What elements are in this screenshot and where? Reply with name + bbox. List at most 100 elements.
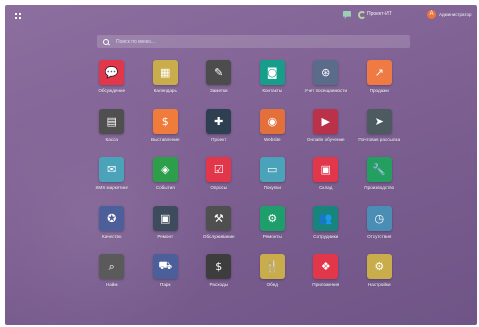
team-icon[interactable]: 👥 — [313, 205, 339, 231]
systray — [343, 11, 366, 19]
search-input[interactable] — [114, 37, 398, 46]
expenses-icon[interactable]: $ — [206, 254, 232, 279]
app-label: Опросы — [210, 185, 228, 190]
app-item[interactable]: ▣ Ремонт — [139, 205, 193, 255]
app-label: SMS маркетинг — [95, 185, 129, 190]
app-item[interactable]: ⊛ Учет посещаемости — [299, 60, 353, 109]
activity-icon[interactable] — [358, 11, 366, 19]
award-icon[interactable]: ✪ — [99, 205, 125, 231]
app-label: Выставление — [151, 136, 180, 142]
app-item[interactable]: ⌕ Найм — [85, 254, 139, 303]
app-item[interactable]: ▭ Покупки — [246, 157, 300, 206]
app-label: Ремонты — [262, 233, 282, 239]
app-label: Заметки — [209, 88, 228, 93]
elearning-icon[interactable]: ▶ — [313, 108, 339, 134]
app-frame: Проект-ИТ A Администратор 💬 Обсуждение ▦ Ка… — [5, 5, 477, 325]
app-item[interactable]: ▦ Календарь — [139, 60, 193, 109]
time-off-icon[interactable]: ◷ — [366, 205, 392, 231]
app-item[interactable]: 🔧 Производство — [353, 157, 407, 206]
app-item[interactable]: ✚ Проект — [192, 108, 246, 158]
app-label: Сотрудники — [313, 233, 339, 239]
box-icon[interactable]: ▣ — [313, 157, 339, 182]
app-item[interactable]: ⚙ Ремонты — [246, 205, 300, 255]
app-label: Продажи — [369, 88, 389, 93]
app-item[interactable]: 👥 Сотрудники — [299, 205, 353, 255]
app-item[interactable]: ◷ Отсутствия — [353, 205, 407, 255]
user-menu[interactable]: Администратор — [439, 12, 471, 17]
app-label: Качество — [102, 233, 122, 239]
app-item[interactable]: ✪ Качество — [85, 205, 139, 255]
app-item[interactable]: ➤ Почтовая рассылка — [353, 108, 407, 158]
ticket-icon[interactable]: ◈ — [152, 157, 178, 182]
app-item[interactable]: ◙ Контакты — [246, 60, 300, 109]
app-label: Website — [263, 136, 281, 142]
app-label: Ремонт — [157, 233, 174, 239]
app-label: Отсутствия — [367, 233, 392, 239]
sms-icon[interactable]: ✉ — [99, 157, 125, 182]
app-label: Почтовая рассылка — [358, 136, 401, 142]
app-item[interactable]: ▣ Склад — [299, 157, 353, 206]
app-item[interactable]: ▶ Онлайн обучение — [299, 108, 353, 158]
app-item[interactable]: $ Расходы — [192, 254, 246, 303]
repair-box-icon[interactable]: ▣ — [152, 205, 178, 231]
app-label: Календарь — [153, 88, 177, 93]
app-label: Касса — [105, 136, 118, 142]
app-label: Парк — [160, 282, 171, 287]
app-label: Производство — [364, 185, 395, 190]
app-label: Расходы — [209, 282, 228, 287]
puzzle-icon[interactable]: ✚ — [206, 108, 232, 134]
messages-icon[interactable] — [343, 11, 351, 19]
menu-search[interactable] — [97, 35, 410, 48]
apps-grid: 💬 Обсуждение ▦ Календарь ✎ Заметки ◙ Контакты ⊛ У… — [85, 60, 406, 303]
cutlery-icon[interactable]: 🍴 — [259, 254, 285, 279]
wrench-icon[interactable]: 🔧 — [366, 157, 392, 182]
app-label: Проект — [211, 136, 227, 142]
credit-card-icon[interactable]: ▭ — [259, 157, 285, 182]
paper-plane-icon[interactable]: ➤ — [366, 108, 392, 134]
app-item[interactable]: $ Выставление — [139, 108, 193, 158]
tools-icon[interactable]: ⚙ — [259, 205, 285, 231]
app-item[interactable]: ◈ События — [139, 157, 193, 206]
app-label: Приложения — [312, 282, 340, 287]
app-item[interactable]: ☑ Опросы — [192, 157, 246, 206]
company-switcher[interactable]: Проект-ИТ — [367, 11, 392, 17]
car-icon[interactable]: ⛟ — [152, 254, 178, 279]
gear-icon[interactable]: ⚙ — [366, 254, 392, 279]
app-label: Склад — [319, 185, 333, 190]
app-item[interactable]: ✎ Заметки — [192, 60, 246, 109]
app-item[interactable]: ⛟ Парк — [139, 254, 193, 303]
app-label: Контакты — [262, 88, 283, 93]
app-label: Найм — [105, 282, 118, 287]
globe-icon[interactable]: ◉ — [259, 108, 285, 134]
app-item[interactable]: ◉ Website — [246, 108, 300, 158]
search-icon — [103, 38, 109, 45]
chat-bubble-icon[interactable]: 💬 — [99, 60, 125, 85]
app-item[interactable]: ✉ SMS маркетинг — [85, 157, 139, 206]
cash-register-icon[interactable]: ▤ — [99, 108, 125, 134]
app-item[interactable]: ⚒ Обслуживание — [192, 205, 246, 255]
avatar[interactable]: A — [427, 10, 436, 19]
app-label: Обед — [266, 282, 278, 287]
app-item[interactable]: 💬 Обсуждение — [85, 60, 139, 109]
app-item[interactable]: ❖ Приложения — [299, 254, 353, 303]
apps-cubes-icon[interactable]: ❖ — [313, 254, 339, 279]
hammer-icon[interactable]: ⚒ — [206, 205, 232, 231]
magnifier-icon[interactable]: ⌕ — [99, 254, 125, 279]
apps-menu-icon[interactable] — [15, 13, 21, 19]
app-item[interactable]: ↗ Продажи — [353, 60, 407, 109]
app-item[interactable]: ▤ Касса — [85, 108, 139, 158]
contacts-icon[interactable]: ◙ — [259, 60, 285, 85]
top-bar: Проект-ИТ A Администратор — [5, 5, 477, 27]
trend-chart-icon[interactable]: ↗ — [366, 60, 392, 85]
app-label: Обслуживание — [202, 233, 235, 239]
survey-icon[interactable]: ☑ — [206, 157, 232, 182]
notes-icon[interactable]: ✎ — [206, 60, 232, 85]
calendar-icon[interactable]: ▦ — [152, 60, 178, 85]
app-label: Онлайн обучение — [306, 136, 345, 142]
invoice-icon[interactable]: $ — [152, 108, 178, 134]
app-label: Учет посещаемости — [304, 88, 348, 93]
app-item[interactable]: 🍴 Обед — [246, 254, 300, 303]
app-label: События — [155, 185, 175, 190]
handshake-icon[interactable]: ⊛ — [313, 60, 339, 85]
app-item[interactable]: ⚙ Настройки — [353, 254, 407, 303]
